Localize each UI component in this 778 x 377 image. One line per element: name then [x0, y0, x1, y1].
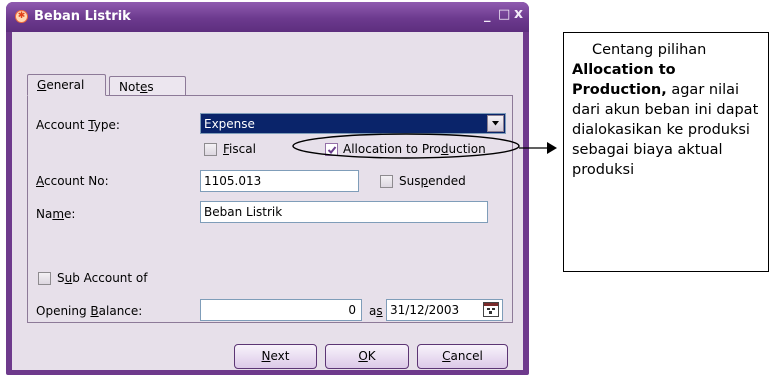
- callout-box: Centang pilihan Allocation to Production…: [563, 32, 769, 272]
- callout-line1: Centang pilihan: [592, 42, 707, 58]
- highlight-ellipse: [292, 133, 520, 159]
- tab-general[interactable]: General: [27, 74, 106, 96]
- callout-bold: Allocation to Production,: [572, 62, 676, 98]
